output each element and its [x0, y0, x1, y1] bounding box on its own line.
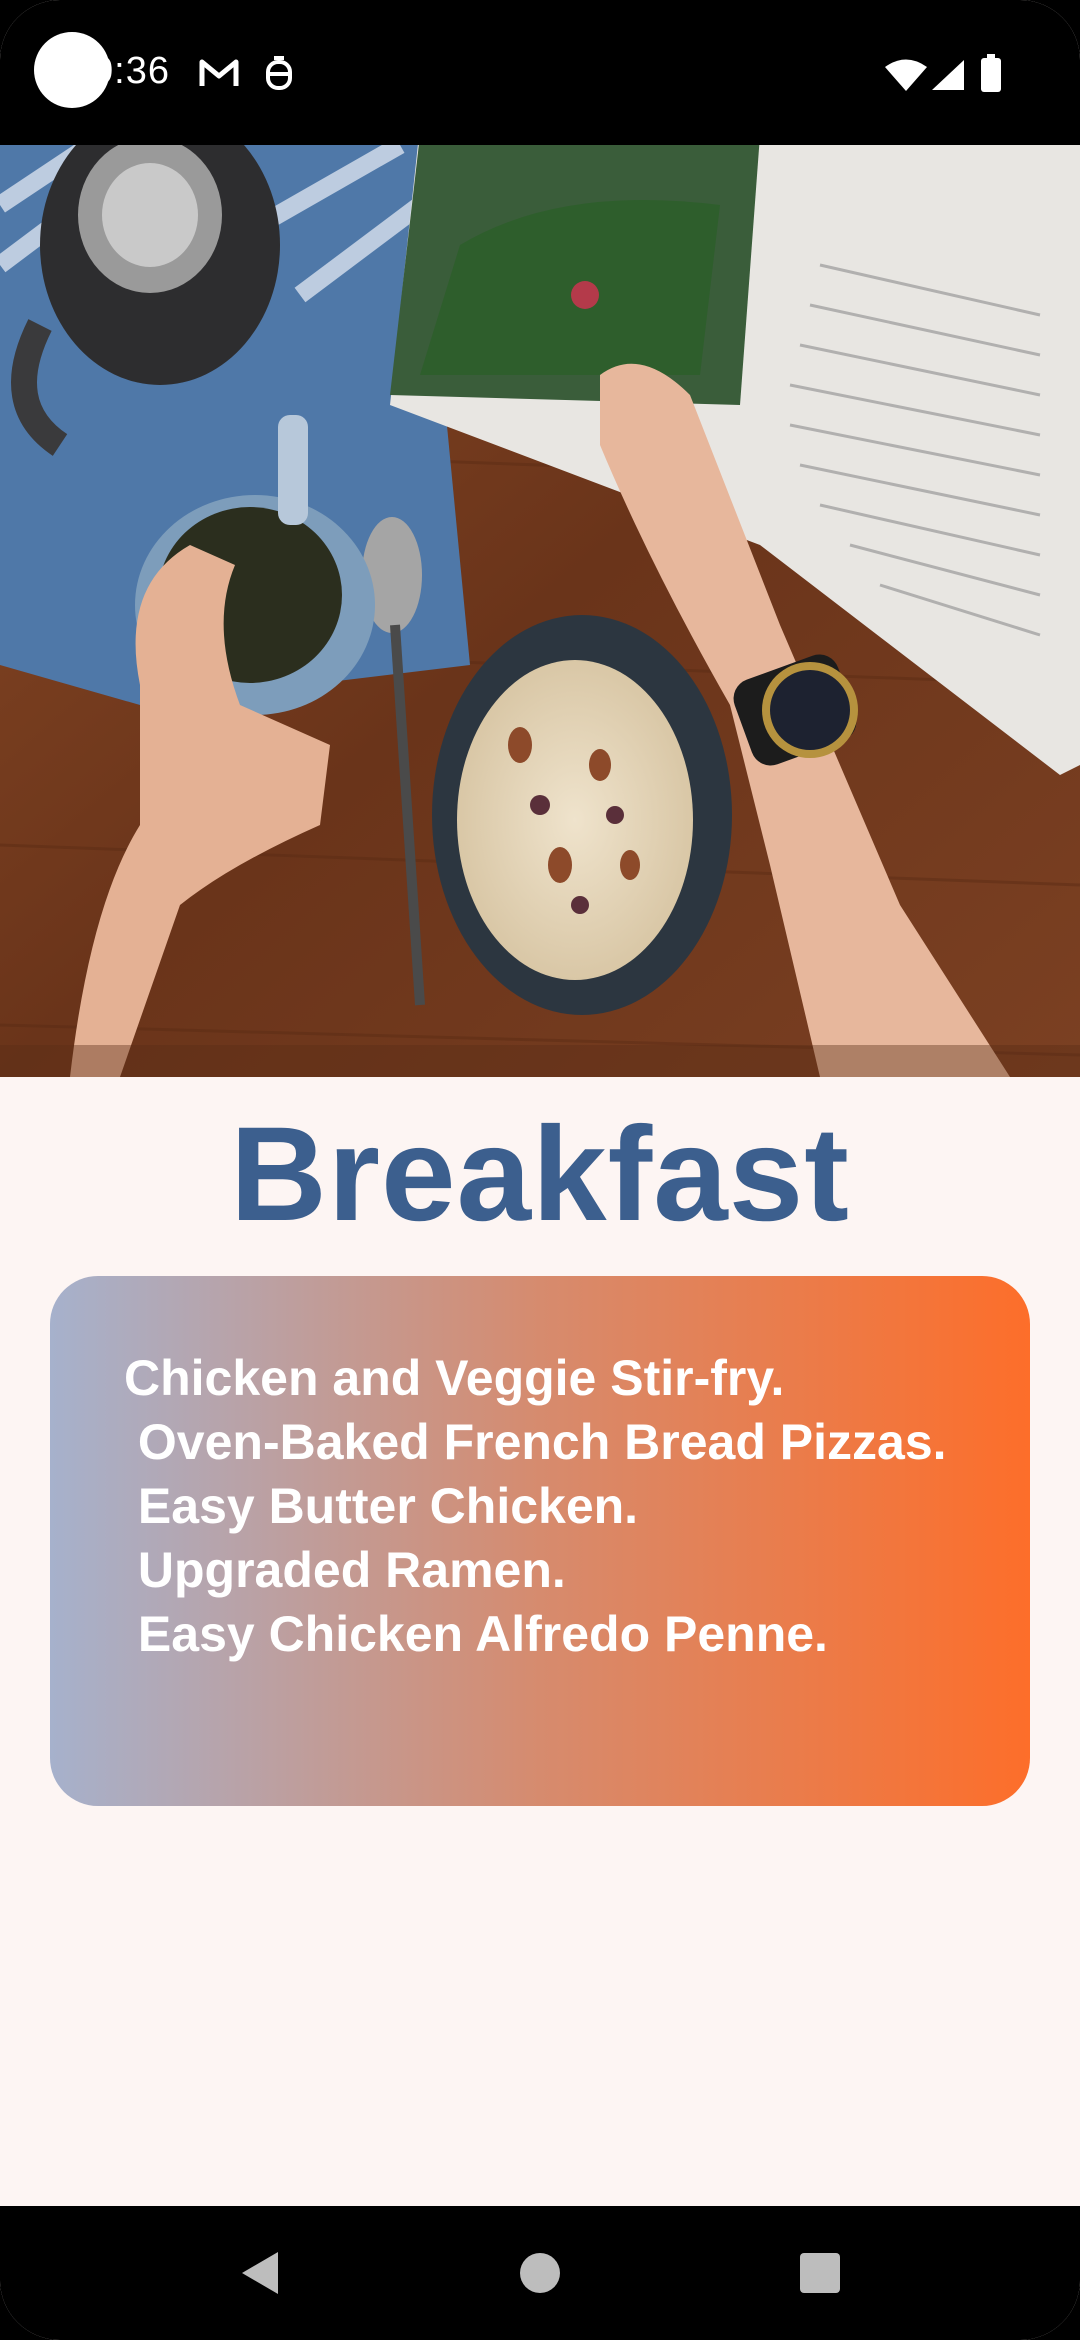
menu-list: Chicken and Veggie Stir-fry. Oven-Baked …: [124, 1346, 958, 1666]
menu-item: Easy Butter Chicken.: [124, 1478, 639, 1534]
menu-item: Upgraded Ramen.: [124, 1542, 566, 1598]
home-icon: [520, 2253, 560, 2293]
navigation-bar: [0, 2206, 1080, 2340]
signal-icon: [932, 60, 964, 90]
home-button[interactable]: [490, 2206, 590, 2340]
wifi-icon: [885, 59, 927, 91]
menu-item: Chicken and Veggie Stir-fry.: [124, 1350, 785, 1406]
menu-item: Easy Chicken Alfredo Penne.: [124, 1606, 828, 1662]
back-icon: [242, 2252, 278, 2294]
camera-cutout: [34, 32, 110, 108]
menu-card: Chicken and Veggie Stir-fry. Oven-Baked …: [50, 1276, 1030, 1806]
mail-icon: [199, 59, 239, 86]
breakfast-photo: [0, 145, 1080, 1077]
menu-item: Oven-Baked French Bread Pizzas.: [124, 1414, 947, 1470]
recents-icon: [800, 2253, 840, 2293]
page-title: Breakfast: [230, 1100, 850, 1249]
back-button[interactable]: [210, 2206, 310, 2340]
app-screen: 0:36 Breakfast Chicken and Veggie Stir-f…: [0, 0, 1080, 2340]
recents-button[interactable]: [770, 2206, 870, 2340]
status-bar: 0:36: [0, 0, 1080, 145]
notification-icon: [266, 56, 292, 90]
battery-icon: [981, 54, 1001, 92]
hero-image: [0, 145, 1080, 1077]
